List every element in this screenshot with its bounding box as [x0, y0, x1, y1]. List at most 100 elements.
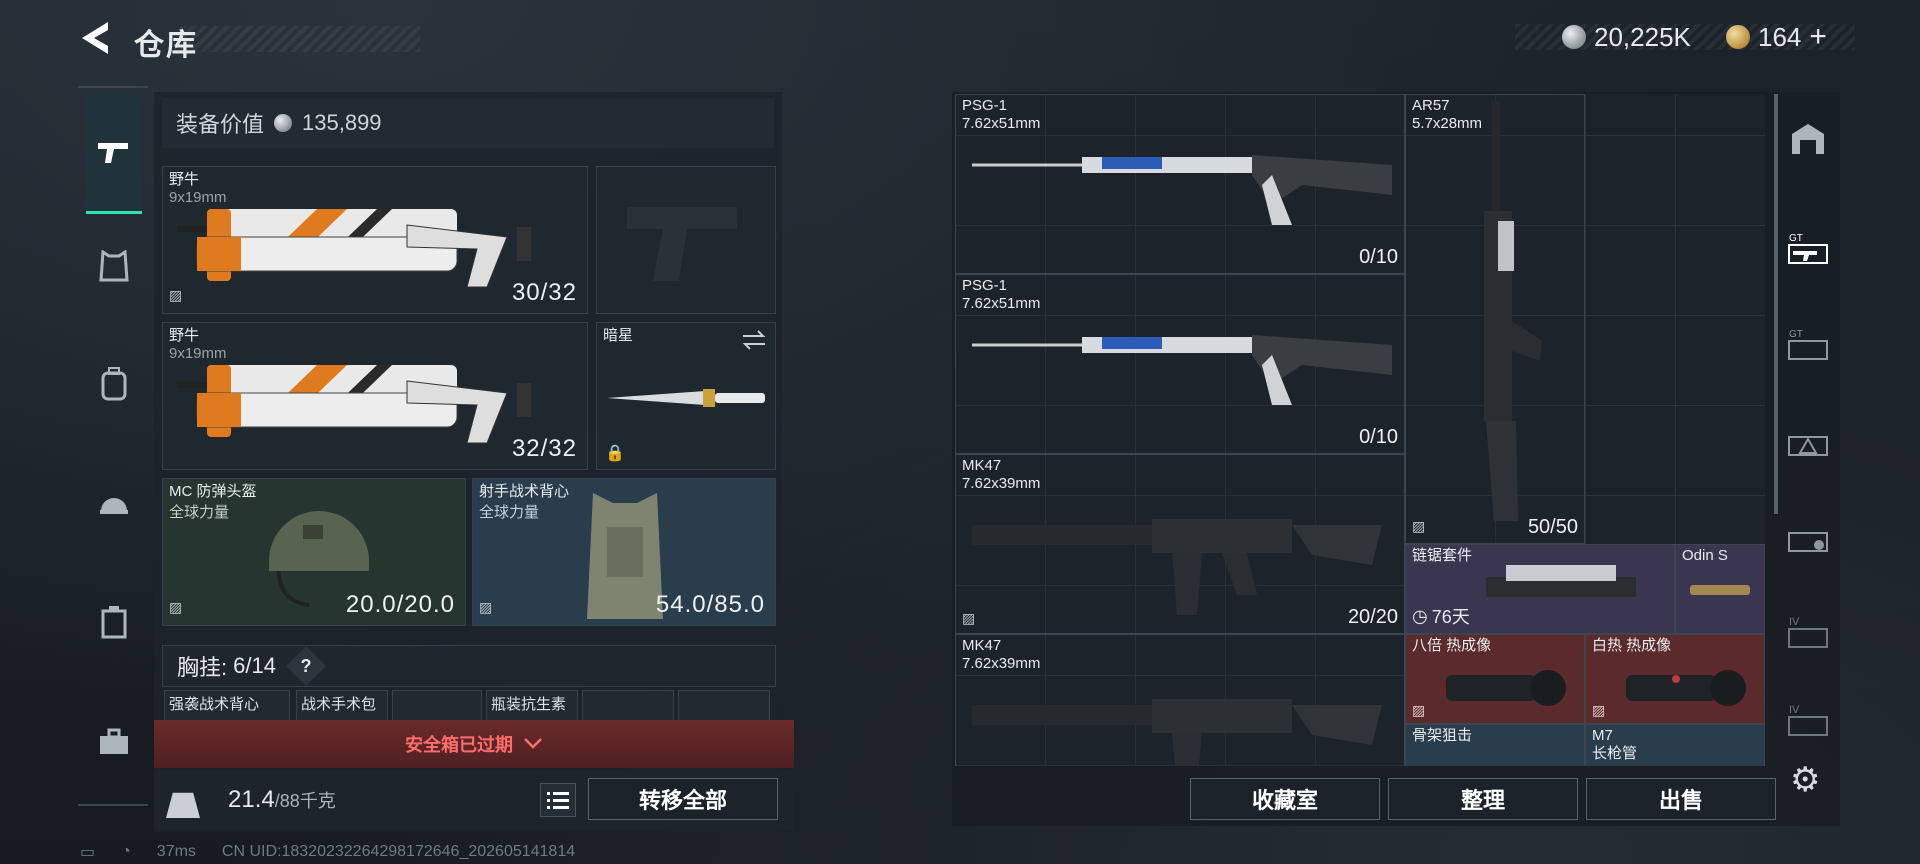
help-icon[interactable]: ? [286, 646, 326, 686]
svg-text:GT: GT [1789, 329, 1803, 340]
attachment-image [1690, 585, 1750, 595]
item-psg1-2[interactable]: PSG-1 7.62x51mm 0/10 [955, 274, 1405, 454]
item-name: PSG-1 7.62x51mm [962, 97, 1041, 132]
item-mk47-2[interactable]: MK47 7.62x39mm [955, 634, 1405, 766]
item-m7-long-barrel[interactable]: M7 长枪管 [1585, 724, 1765, 766]
clock-icon: ◷ [1412, 605, 1428, 626]
melee-slot[interactable]: 暗星 🔒 [596, 322, 776, 470]
tab-storage-3[interactable] [1780, 412, 1836, 468]
item-ar57[interactable]: AR57 5.7x28mm ▨ 50/50 [1405, 94, 1585, 544]
tab-tools[interactable] [86, 714, 142, 770]
small-slot-2[interactable]: 战术手术包 [296, 690, 388, 724]
storage-grid: PSG-1 7.62x51mm 0/10 PSG-1 7.62x51mm 0/10 … [955, 94, 1765, 766]
gold-coin-icon [1726, 25, 1750, 49]
tab-storage-4[interactable] [1780, 508, 1836, 564]
tab-storage-2[interactable]: GT [1780, 316, 1836, 372]
equipment-value-label: 装备价值 [176, 112, 265, 137]
armor-durability: 54.0/85.0 [655, 591, 765, 618]
swap-icon[interactable] [741, 329, 767, 351]
ammo-count: 20/20 [1347, 606, 1398, 628]
alert-text: 安全箱已过期 [405, 735, 513, 755]
armor-sub: 全球力量 [479, 504, 540, 521]
item-psg1-1[interactable]: PSG-1 7.62x51mm 0/10 [955, 94, 1405, 274]
sell-button[interactable]: 出售 [1586, 778, 1776, 820]
chest-rig-row[interactable]: 胸挂: 6/14 ? [162, 645, 776, 687]
small-slot-1[interactable]: 强袭战术背心 [164, 690, 290, 724]
weapon-caliber: 9x19mm [169, 345, 227, 362]
tab-cases[interactable] [86, 594, 142, 650]
armor-slot[interactable]: 射手战术背心 全球力量 ▨ 54.0/85.0 [472, 478, 776, 626]
item-odin-s[interactable]: Odin S [1675, 544, 1765, 634]
svg-text:GT: GT [1789, 233, 1803, 244]
item-skeleton-sniper[interactable]: 骨架狙击 [1405, 724, 1585, 766]
transfer-all-button[interactable]: 转移全部 [588, 778, 778, 820]
gear-icon: ⚙ [1790, 761, 1821, 799]
storage-scrollbar[interactable] [1774, 94, 1778, 514]
tab-backpacks[interactable] [86, 356, 142, 412]
ammo-count: 0/10 [1359, 426, 1398, 448]
tab-weapons[interactable] [86, 94, 142, 214]
helmet-slot[interactable]: MC 防弹头盔 全球力量 ▨ 20.0/20.0 [162, 478, 466, 626]
no-insure-icon: ▨ [169, 599, 183, 615]
gold-add-button[interactable]: + [1809, 20, 1827, 54]
collection-room-button[interactable]: 收藏室 [1190, 778, 1380, 820]
case-icon [101, 606, 127, 639]
item-name: M7 长枪管 [1592, 727, 1638, 762]
no-insure-icon: ▨ [1412, 518, 1426, 534]
storage-tabs: GT GT IV IV [1780, 110, 1840, 790]
small-slot-4[interactable]: 瓶装抗生素 [486, 690, 578, 724]
chest-rig-capacity: 6/14 [233, 653, 276, 678]
ping: 37ms [156, 843, 196, 860]
small-slot-6[interactable] [678, 690, 770, 724]
item-name: 白热 热成像 [1592, 637, 1672, 654]
organize-button[interactable]: 整理 [1388, 778, 1578, 820]
pistol-slot-empty[interactable] [596, 166, 776, 314]
gold-currency[interactable]: 164 + [1726, 20, 1827, 54]
small-slot-5[interactable] [582, 690, 674, 724]
tab-storage-6[interactable]: IV [1780, 692, 1836, 748]
armor-image [587, 493, 663, 619]
status-bar: ▭ ◔ 37ms CN UID:1832023226429817264​6_20… [80, 842, 575, 862]
equipment-value-bar: 装备价值 135,899 [162, 98, 774, 148]
item-chainsaw-kit[interactable]: 链锯套件 ◷ 76天 [1405, 544, 1675, 634]
primary-weapon-slot-2[interactable]: 野牛 9x19mm 32/32 [162, 322, 588, 470]
tab-storage-1[interactable]: GT [1780, 220, 1836, 276]
lock-icon: 🔒 [605, 445, 625, 462]
svg-text:IV: IV [1789, 704, 1800, 716]
back-button[interactable] [78, 18, 112, 58]
page-title: 仓库 [134, 29, 198, 62]
title-decoration [180, 26, 420, 52]
list-view-button[interactable] [540, 783, 576, 817]
rifle-image [972, 335, 1392, 405]
safebox-expired-banner[interactable]: 安全箱已过期 [154, 720, 794, 768]
item-name: 骨架狙击 [1412, 727, 1473, 744]
item-8x-thermal[interactable]: 八倍 热成像 ▨ [1405, 634, 1585, 724]
small-slot-3[interactable] [392, 690, 482, 724]
ammo-count: 32/32 [511, 435, 577, 462]
shelf-vest-icon: GT [1788, 329, 1828, 360]
no-insure-icon: ▨ [1412, 702, 1426, 718]
wifi-icon: ◔ [121, 843, 131, 860]
shelf-gun-icon: GT [1788, 233, 1828, 264]
weapon-name: 野牛 [169, 327, 200, 344]
vest-icon [99, 250, 129, 282]
settings-button[interactable]: ⚙ [1790, 760, 1830, 800]
tab-storage-main[interactable] [1780, 110, 1836, 166]
item-name: MK47 7.62x39mm [962, 457, 1041, 492]
tab-helmets[interactable] [86, 474, 142, 530]
ammo-count: 30/32 [511, 279, 577, 306]
category-tabs [78, 86, 148, 806]
item-name: 链锯套件 [1412, 547, 1473, 564]
tab-storage-5[interactable]: IV [1780, 604, 1836, 660]
helmet-sub: 全球力量 [169, 504, 230, 521]
tab-vests[interactable] [86, 238, 142, 294]
weight-readout: 21.4/88千克 [228, 786, 336, 813]
item-name: MK47 7.62x39mm [962, 637, 1041, 672]
item-white-hot-thermal[interactable]: 白热 热成像 ▨ [1585, 634, 1765, 724]
gun-icon [98, 142, 128, 163]
helmet-durability: 20.0/20.0 [345, 591, 455, 618]
rifle-image [972, 155, 1392, 225]
item-mk47-1[interactable]: MK47 7.62x39mm ▨ 20/20 [955, 454, 1405, 634]
uid: CN UID:1832023226429817264​6_20260514181… [221, 843, 576, 860]
primary-weapon-slot-1[interactable]: 野牛 9x19mm ▨ 30/32 [162, 166, 588, 314]
